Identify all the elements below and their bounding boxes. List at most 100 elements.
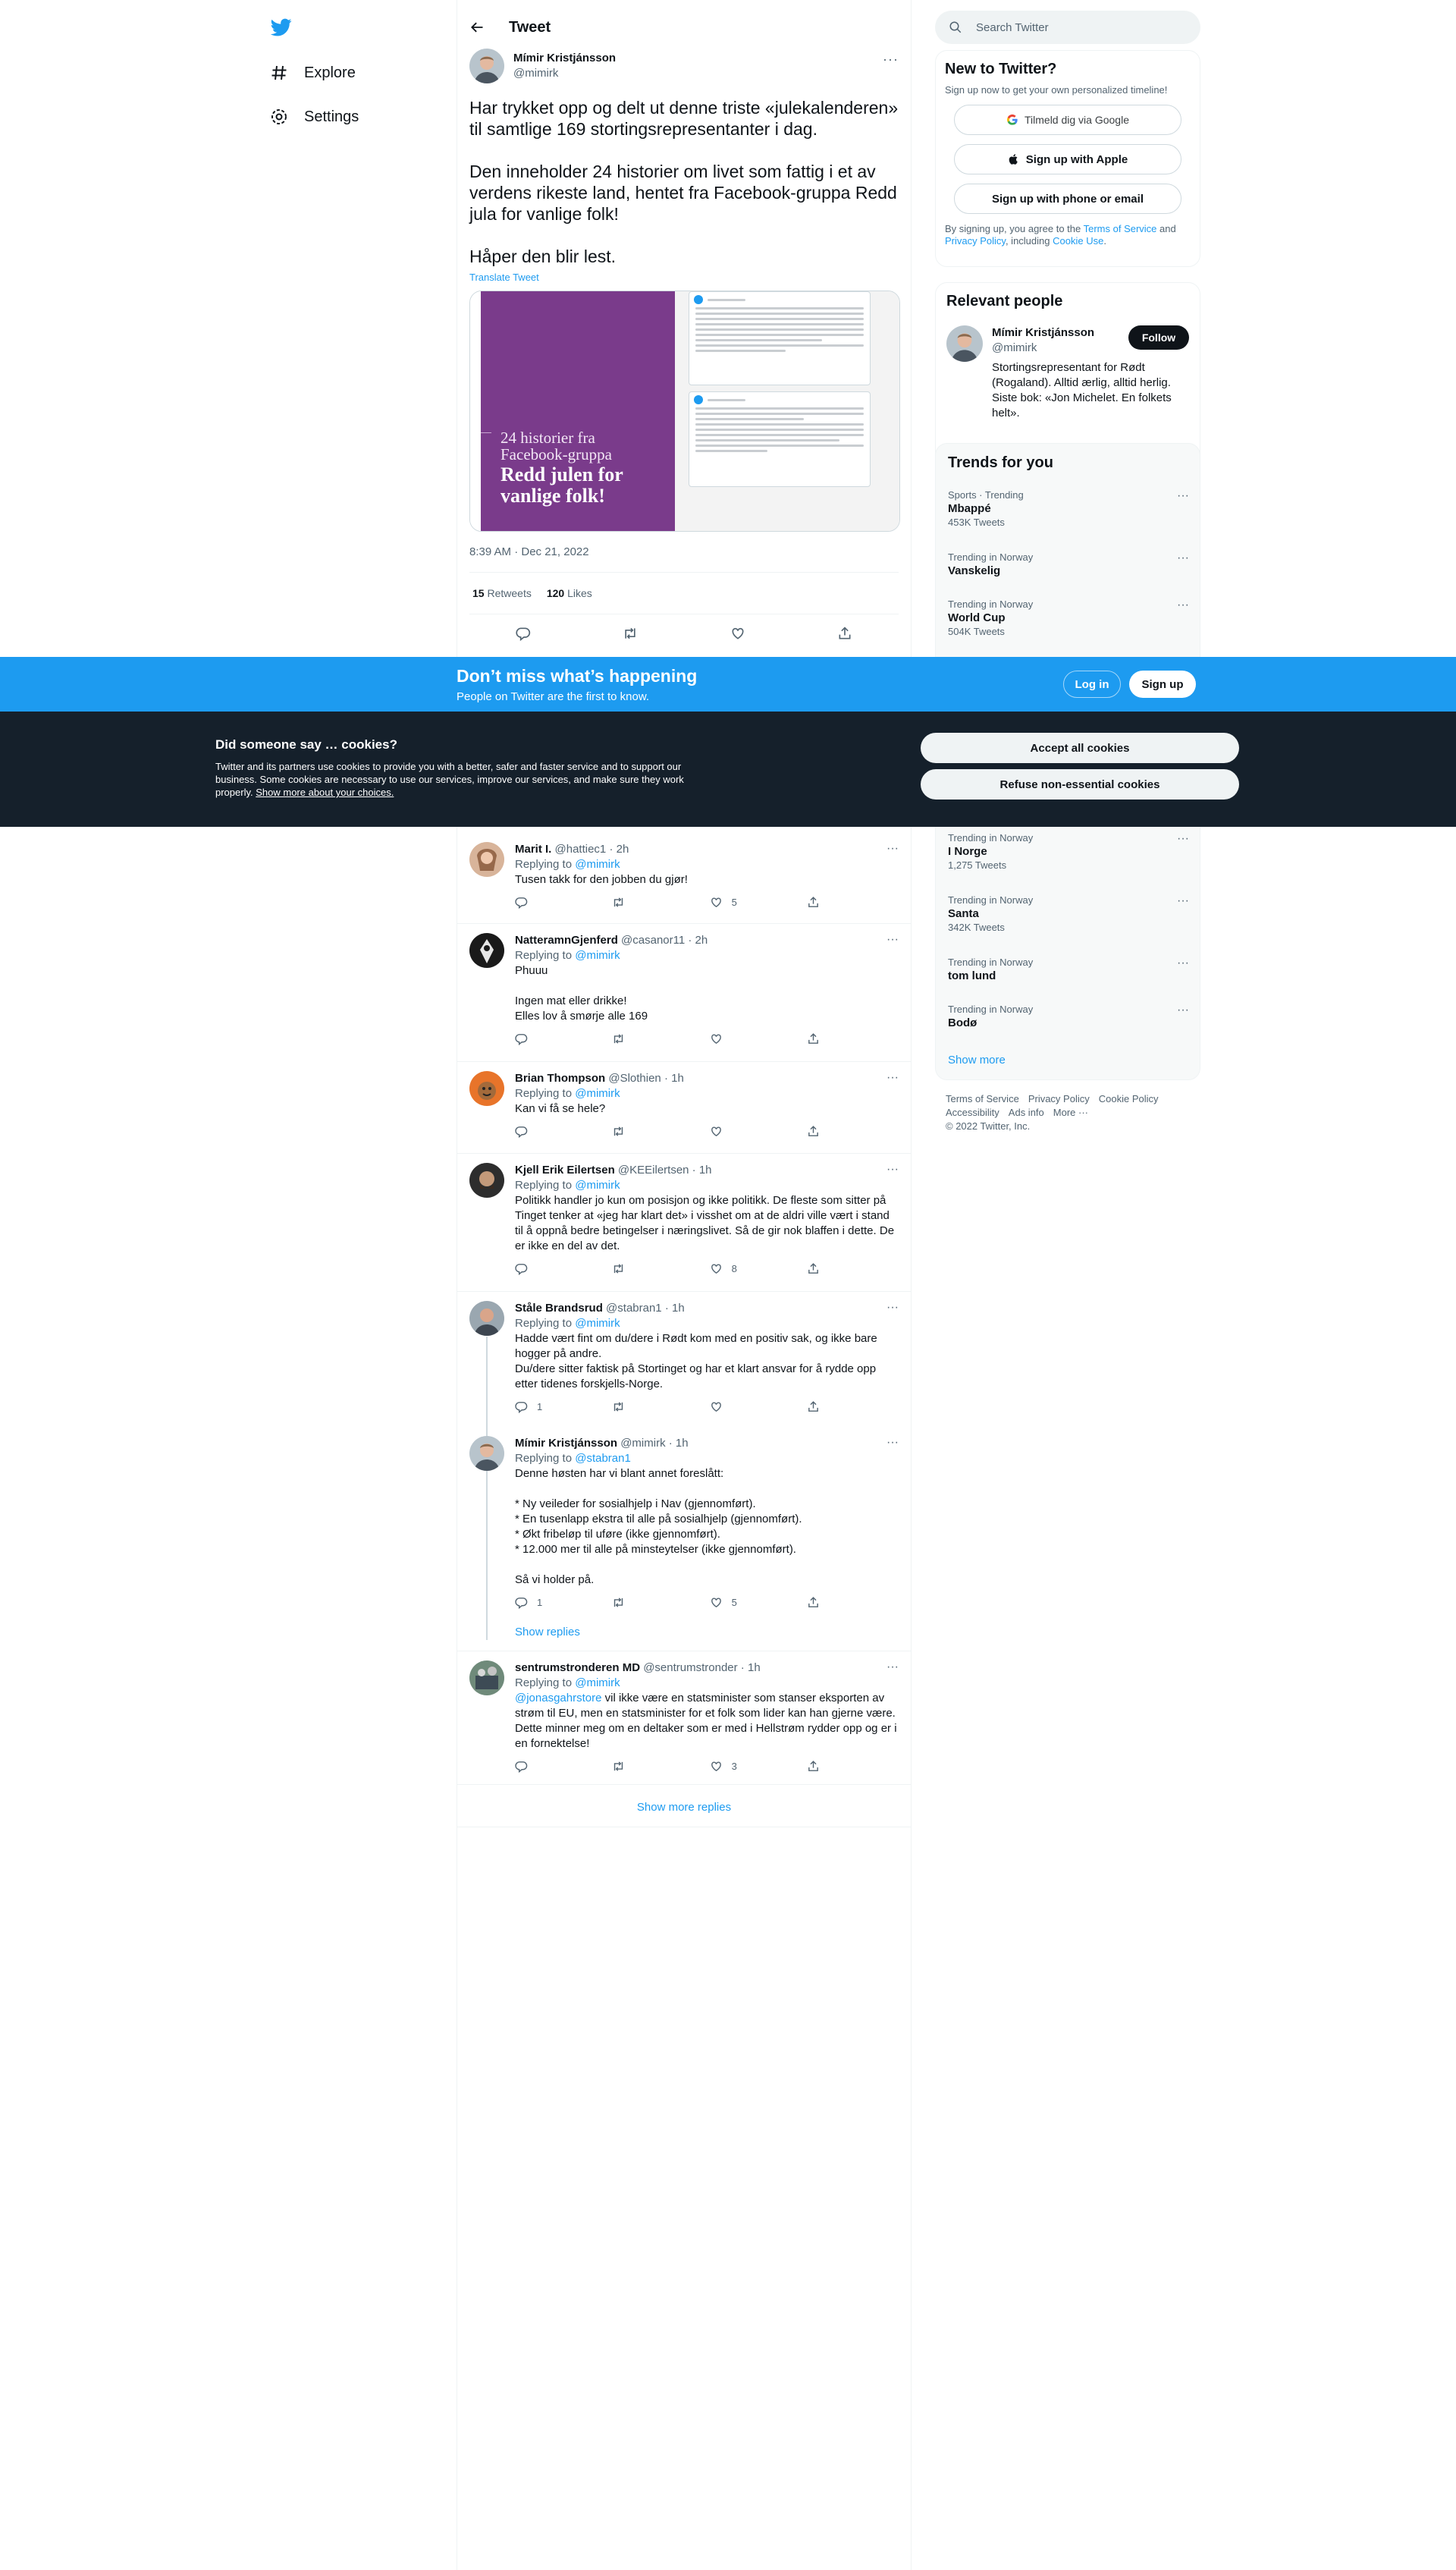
reply-tweet[interactable]: NatteramnGjenferd @casanor11 · 2h ··· Re… (457, 924, 911, 1062)
more-options-icon[interactable]: ··· (1177, 894, 1189, 908)
footer-link[interactable]: Ads info (1009, 1107, 1044, 1118)
retweet-button[interactable] (612, 1400, 642, 1413)
trend-item[interactable]: Trending in Norway I Norge 1,275 Tweets … (948, 832, 1189, 872)
more-options-icon[interactable]: ··· (1177, 1004, 1189, 1017)
phone-email-signup-button[interactable]: Sign up with phone or email (954, 184, 1181, 214)
cookie-choices-link[interactable]: Show more about your choices. (256, 787, 394, 798)
retweet-icon[interactable] (622, 625, 639, 642)
translate-tweet-link[interactable]: Translate Tweet (469, 272, 899, 283)
trend-item[interactable]: Trending in Norway tom lund ··· (948, 957, 1189, 984)
reply-mention-link[interactable]: @stabran1 (575, 1452, 631, 1465)
avatar[interactable] (469, 842, 504, 877)
reply-author-handle[interactable]: @stabran1 · 1h (606, 1302, 685, 1315)
person-row[interactable]: Mímir Kristjánsson @mimirk Stortingsrepr… (946, 325, 1189, 421)
author-name[interactable]: Mímir Kristjánsson (513, 51, 616, 66)
more-options-icon[interactable]: ··· (1177, 599, 1189, 612)
footer-link[interactable]: Terms of Service (946, 1093, 1019, 1104)
more-options-icon[interactable]: ··· (886, 1301, 899, 1315)
reply-tweet[interactable]: sentrumstronderen MD @sentrumstronder · … (457, 1651, 911, 1785)
like-button[interactable] (710, 1125, 740, 1138)
footer-link[interactable]: Cookie Policy (1099, 1093, 1159, 1104)
avatar[interactable] (469, 1436, 504, 1471)
trend-item[interactable]: Sports · Trending Mbappé 453K Tweets ··· (948, 489, 1189, 529)
share-icon[interactable] (836, 625, 853, 642)
show-replies-link[interactable]: Show replies (515, 1626, 899, 1638)
reply-author-handle[interactable]: @casanor11 · 2h (621, 934, 708, 947)
more-options-icon[interactable]: ··· (886, 933, 899, 947)
reply-icon[interactable] (515, 625, 532, 642)
trend-item[interactable]: Trending in Norway Vanskelig ··· (948, 551, 1189, 579)
retweet-button[interactable] (612, 1125, 642, 1138)
more-options-icon[interactable]: ··· (1177, 551, 1189, 565)
more-options-icon[interactable]: ··· (883, 52, 899, 68)
likes-stat[interactable]: 120 Likes (547, 587, 592, 599)
privacy-link[interactable]: Privacy Policy (945, 235, 1006, 247)
footer-link[interactable]: Accessibility (946, 1107, 999, 1118)
more-options-icon[interactable]: ··· (886, 1660, 899, 1674)
avatar[interactable] (469, 49, 504, 83)
retweet-button[interactable] (612, 1262, 642, 1275)
reply-mention-link[interactable]: @mimirk (575, 1317, 620, 1330)
share-button[interactable] (807, 1596, 837, 1609)
reply-button[interactable] (515, 1262, 545, 1275)
retweet-button[interactable] (612, 1032, 642, 1045)
tweet-media[interactable]: 24 historier fra Facebook-gruppa Redd ju… (469, 291, 900, 532)
cookie-use-link[interactable]: Cookie Use (1053, 235, 1103, 247)
back-arrow-icon[interactable] (469, 19, 486, 36)
more-options-icon[interactable]: ··· (886, 1163, 899, 1177)
login-button[interactable]: Log in (1063, 671, 1121, 698)
reply-mention-link[interactable]: @mimirk (575, 858, 620, 871)
avatar[interactable] (946, 325, 983, 362)
reply-button[interactable]: 1 (515, 1400, 545, 1413)
retweet-button[interactable] (612, 1760, 642, 1773)
share-button[interactable] (807, 1125, 837, 1138)
like-button[interactable]: 5 (710, 896, 740, 909)
reply-author-handle[interactable]: @mimirk · 1h (620, 1437, 688, 1450)
trend-item[interactable]: Trending in Norway Santa 342K Tweets ··· (948, 894, 1189, 934)
signup-button[interactable]: Sign up (1129, 671, 1196, 698)
avatar[interactable] (469, 1071, 504, 1106)
accept-cookies-button[interactable]: Accept all cookies (921, 733, 1239, 763)
reply-mention-link[interactable]: @mimirk (575, 949, 620, 962)
reply-tweet[interactable]: Marit I. @hattiec1 · 2h ··· Replying to … (457, 833, 911, 924)
like-button[interactable]: 8 (710, 1262, 740, 1275)
more-options-icon[interactable]: ··· (1177, 489, 1189, 503)
reply-tweet[interactable]: Ståle Brandsrud @stabran1 · 1h ··· Reply… (457, 1292, 911, 1427)
apple-signup-button[interactable]: Sign up with Apple (954, 144, 1181, 174)
nav-explore[interactable]: Explore (269, 58, 356, 88)
reply-author-name[interactable]: Ståle Brandsrud (515, 1302, 603, 1315)
share-button[interactable] (807, 1262, 837, 1275)
reply-button[interactable] (515, 1760, 545, 1773)
avatar[interactable] (469, 1163, 504, 1198)
footer-link[interactable]: Privacy Policy (1028, 1093, 1090, 1104)
footer-link[interactable]: More ··· (1053, 1107, 1088, 1118)
reply-author-name[interactable]: Brian Thompson (515, 1072, 605, 1085)
trend-item[interactable]: Trending in Norway Bodø ··· (948, 1004, 1189, 1031)
reply-button[interactable] (515, 1125, 545, 1138)
reply-author-handle[interactable]: @sentrumstronder · 1h (643, 1661, 760, 1674)
show-more-replies-button[interactable]: Show more replies (457, 1801, 911, 1814)
refuse-cookies-button[interactable]: Refuse non-essential cookies (921, 769, 1239, 800)
reply-author-name[interactable]: Marit I. (515, 843, 551, 856)
retweets-stat[interactable]: 15 Retweets (472, 587, 532, 599)
reply-mention-link[interactable]: @mimirk (575, 1179, 620, 1192)
follow-button[interactable]: Follow (1128, 325, 1189, 350)
reply-author-name[interactable]: Mímir Kristjánsson (515, 1437, 617, 1450)
retweet-button[interactable] (612, 1596, 642, 1609)
like-button[interactable]: 3 (710, 1760, 740, 1773)
tweet-timestamp[interactable]: 8:39 AM · Dec 21, 2022 (469, 545, 899, 558)
avatar[interactable] (469, 933, 504, 968)
more-options-icon[interactable]: ··· (886, 842, 899, 856)
like-button[interactable] (710, 1032, 740, 1045)
retweet-button[interactable] (612, 896, 642, 909)
share-button[interactable] (807, 1400, 837, 1413)
reply-tweet[interactable]: Mímir Kristjánsson @mimirk · 1h ··· Repl… (457, 1427, 911, 1651)
mention-link[interactable]: @jonasgahrstore (515, 1692, 601, 1704)
more-options-icon[interactable]: ··· (886, 1436, 899, 1450)
reply-mention-link[interactable]: @mimirk (575, 1676, 620, 1689)
reply-author-name[interactable]: sentrumstronderen MD (515, 1661, 640, 1674)
author-handle[interactable]: @mimirk (513, 66, 616, 81)
share-button[interactable] (807, 1032, 837, 1045)
share-button[interactable] (807, 896, 837, 909)
like-icon[interactable] (730, 625, 746, 642)
